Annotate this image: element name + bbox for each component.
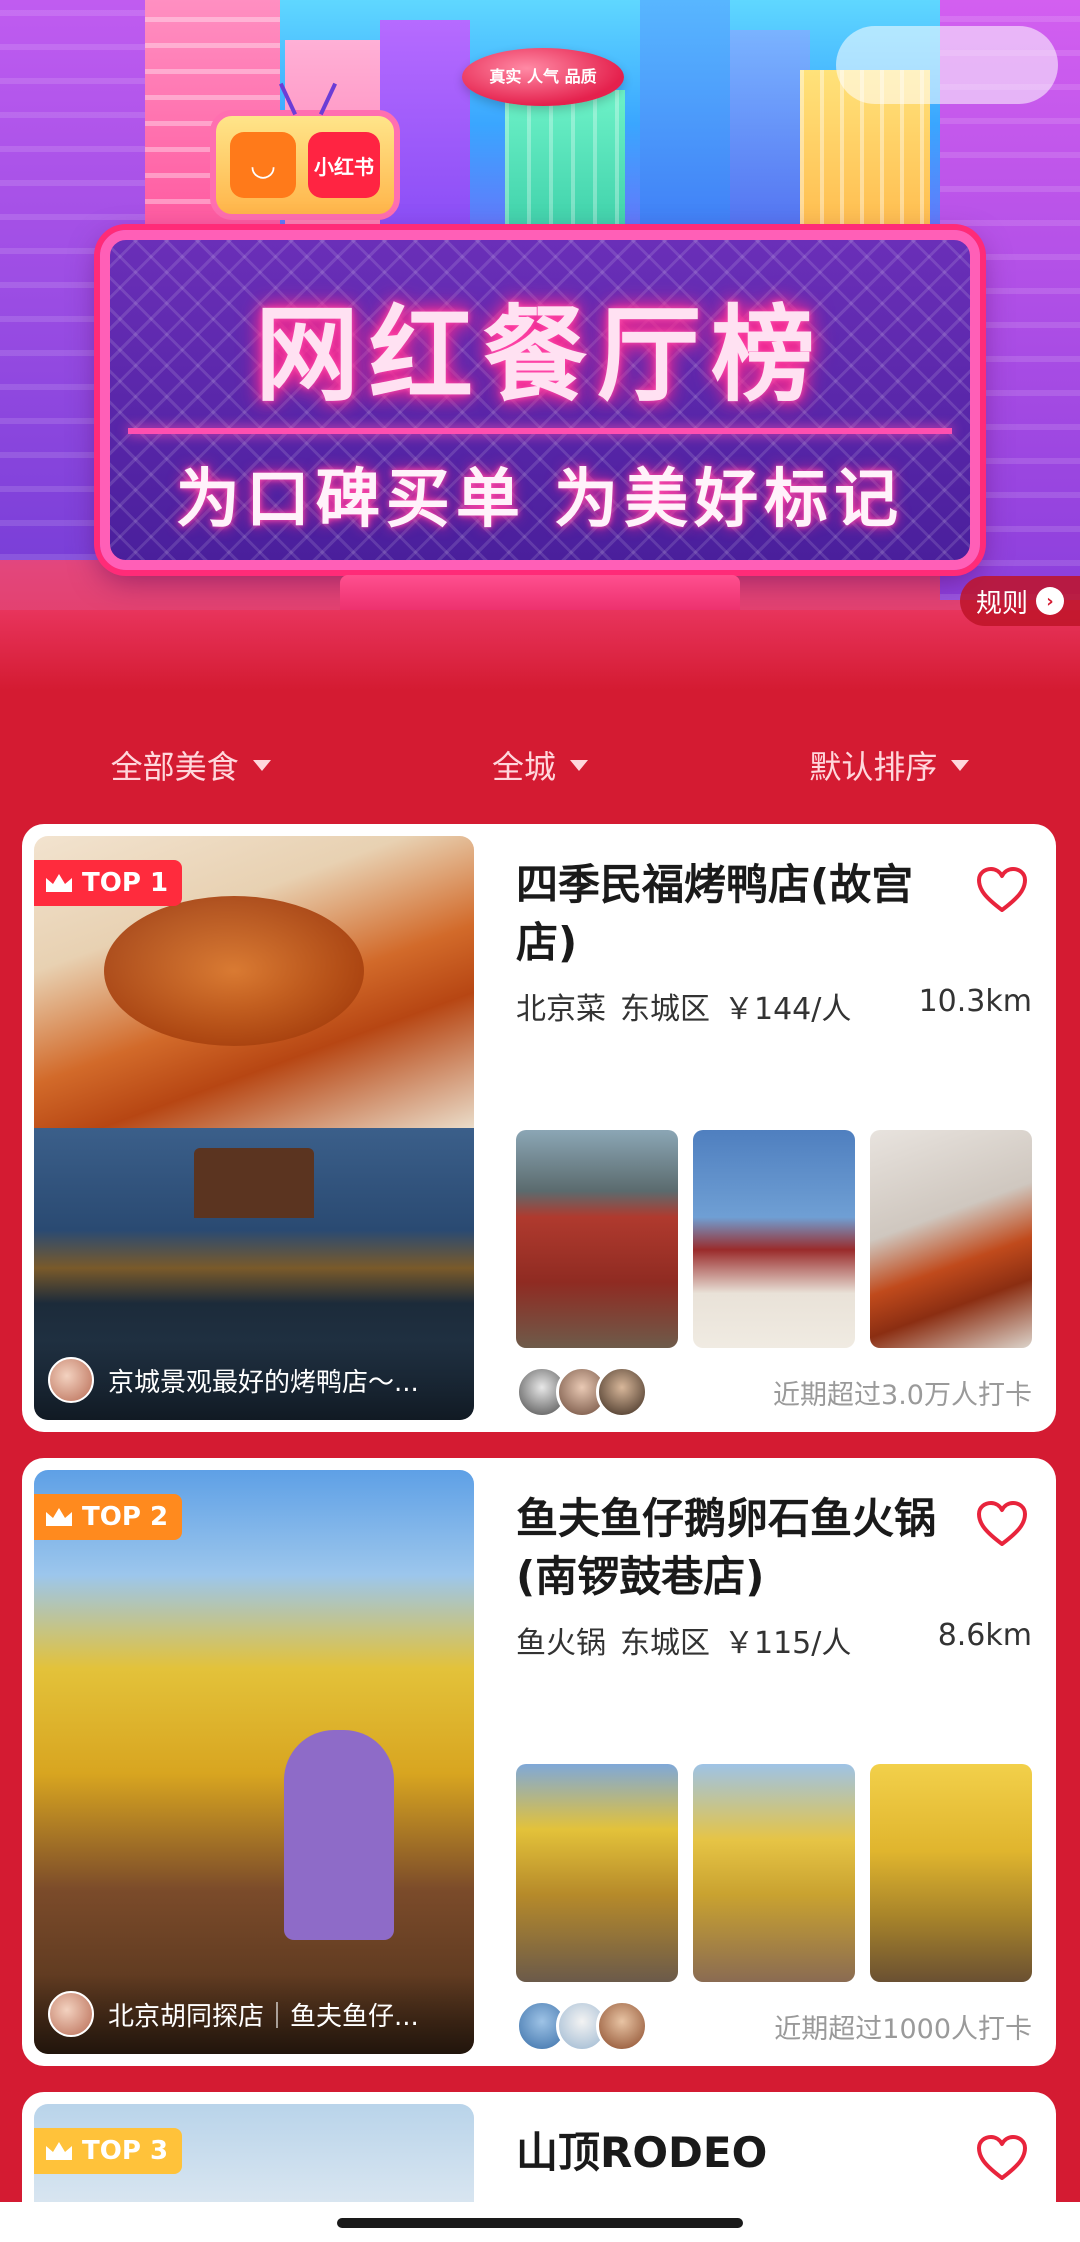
distance: 8.6km: [937, 1618, 1032, 1653]
restaurant-meta: 北京菜 东城区 ￥144/人 10.3km: [516, 984, 1032, 1028]
banner: 真实 人气 品质 ◡ 小红书 网红餐厅榜 为口碑买单 为美好标记 规则 ›: [0, 0, 1080, 690]
cover-photo[interactable]: TOP 2 北京胡同探店｜鱼夫鱼仔...: [34, 1470, 474, 2054]
heart-icon[interactable]: [976, 2134, 1028, 2182]
blimp-text: 真实 人气 品质: [489, 67, 597, 86]
thumbnail[interactable]: [516, 1130, 678, 1348]
restaurant-card[interactable]: TOP 1 京城景观最好的烤鸭店～... 四季民福烤鸭店(故宫店) 北京菜 东城…: [22, 824, 1056, 1432]
rank-label: TOP 2: [82, 1502, 169, 1532]
caret-down-icon: [951, 759, 970, 771]
card-info: 鱼夫鱼仔鹅卵石鱼火锅(南锣鼓巷店) 鱼火锅 东城区 ￥115/人 8.6km 近…: [516, 1470, 1032, 2054]
filter-label: 全城: [491, 748, 556, 786]
building: [730, 30, 810, 250]
xiaohongshu-logo: 小红书: [308, 132, 380, 198]
top-right-capsule[interactable]: [836, 26, 1058, 104]
cover-caption: 北京胡同探店｜鱼夫鱼仔...: [34, 1974, 474, 2054]
filter-category[interactable]: 全部美食: [111, 742, 271, 788]
restaurant-name[interactable]: 山顶RODEO: [516, 2124, 1032, 2182]
filter-label: 默认排序: [809, 748, 938, 786]
price: ￥144/人: [724, 992, 852, 1027]
rules-label: 规则: [975, 588, 1028, 619]
brand-logo-tv: ◡ 小红书: [210, 82, 400, 220]
avatar: [596, 2000, 648, 2052]
rank-label: TOP 3: [82, 2136, 169, 2166]
thumbnail-row: [516, 1764, 1032, 1982]
page-title: 网红餐厅榜: [254, 294, 825, 416]
rules-button[interactable]: 规则 ›: [960, 576, 1080, 626]
rank-badge: TOP 3: [34, 2128, 183, 2174]
caret-down-icon: [252, 759, 271, 771]
heart-icon[interactable]: [976, 1500, 1028, 1548]
checkin-row: 近期超过1000人打卡: [516, 2000, 1032, 2052]
thumbnail[interactable]: [516, 1764, 678, 1982]
page-subtitle: 为口碑买单 为美好标记: [175, 463, 905, 537]
district: 东城区: [620, 992, 710, 1027]
checkin-count: 近期超过3.0万人打卡: [773, 1379, 1032, 1411]
chevron-right-icon: ›: [1036, 587, 1064, 615]
filter-area[interactable]: 全城: [492, 742, 588, 788]
rank-label: TOP 1: [82, 868, 169, 898]
building: [505, 90, 625, 240]
cuisine: 鱼火锅: [516, 1626, 606, 1661]
crown-icon: [44, 2140, 74, 2162]
home-indicator[interactable]: [337, 2218, 743, 2228]
crown-icon: [44, 1506, 74, 1528]
filter-label: 全部美食: [110, 748, 239, 786]
price: ￥115/人: [724, 1626, 852, 1661]
checkin-count: 近期超过1000人打卡: [774, 2013, 1032, 2045]
thumbnail[interactable]: [693, 1764, 855, 1982]
neon-sign: 网红餐厅榜 为口碑买单 为美好标记: [100, 230, 980, 570]
caption-text: 京城景观最好的烤鸭店～...: [108, 1367, 419, 1398]
avatar: [48, 1991, 94, 2037]
rank-badge: TOP 1: [34, 860, 183, 906]
thumbnail[interactable]: [870, 1764, 1032, 1982]
smile-logo-icon: ◡: [230, 132, 296, 198]
restaurant-name[interactable]: 鱼夫鱼仔鹅卵石鱼火锅(南锣鼓巷店): [516, 1490, 1032, 1606]
restaurant-name[interactable]: 四季民福烤鸭店(故宫店): [516, 856, 1032, 972]
rank-badge: TOP 2: [34, 1494, 183, 1540]
banner-ground: [0, 610, 1080, 690]
district: 东城区: [620, 1626, 710, 1661]
caret-down-icon: [570, 759, 588, 771]
restaurant-card[interactable]: TOP 2 北京胡同探店｜鱼夫鱼仔... 鱼夫鱼仔鹅卵石鱼火锅(南锣鼓巷店) 鱼…: [22, 1458, 1056, 2066]
ginkgo-courtyard-photo: [34, 1470, 474, 2054]
blimp: 真实 人气 品质: [462, 48, 624, 106]
cover-caption: 京城景观最好的烤鸭店～...: [34, 1340, 474, 1420]
checkin-row: 近期超过3.0万人打卡: [516, 1366, 1032, 1418]
avatar: [596, 1366, 648, 1418]
avatar: [48, 1357, 94, 1403]
building: [640, 0, 730, 240]
thumbnail[interactable]: [870, 1130, 1032, 1348]
caption-text: 北京胡同探店｜鱼夫鱼仔...: [108, 2001, 419, 2032]
cover-photo[interactable]: TOP 1 京城景观最好的烤鸭店～...: [34, 836, 474, 1420]
sign-divider: [128, 428, 952, 434]
thumbnail[interactable]: [693, 1130, 855, 1348]
card-info: 四季民福烤鸭店(故宫店) 北京菜 东城区 ￥144/人 10.3km 近期超过3…: [516, 836, 1032, 1420]
crown-icon: [44, 872, 74, 894]
distance: 10.3km: [918, 984, 1032, 1019]
filter-sort[interactable]: 默认排序: [809, 742, 970, 788]
restaurant-meta: 鱼火锅 东城区 ￥115/人 8.6km: [516, 1618, 1032, 1662]
thumbnail-row: [516, 1130, 1032, 1348]
avatar-group: [516, 1366, 648, 1418]
cuisine: 北京菜: [516, 992, 606, 1027]
filter-bar: 全部美食 全城 默认排序: [0, 730, 1080, 800]
heart-icon[interactable]: [976, 866, 1028, 914]
avatar-group: [516, 2000, 648, 2052]
